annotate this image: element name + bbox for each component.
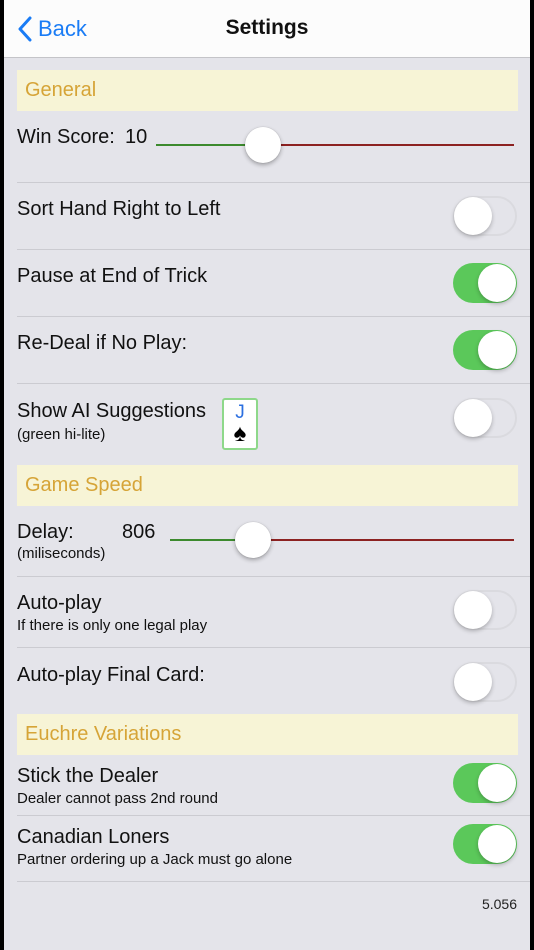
switch-knob bbox=[454, 197, 492, 235]
auto-play-switch[interactable] bbox=[453, 590, 517, 630]
redeal-label: Re-Deal if No Play: bbox=[17, 332, 188, 354]
section-header-euchre-variations: Euchre Variations bbox=[17, 714, 518, 755]
redeal-switch[interactable] bbox=[453, 330, 517, 370]
win-score-value: 10 bbox=[125, 126, 148, 148]
auto-play-sublabel: If there is only one legal play bbox=[17, 617, 208, 634]
slider-thumb[interactable] bbox=[245, 127, 281, 163]
stick-dealer-label: Stick the Dealer bbox=[17, 765, 159, 787]
divider bbox=[17, 576, 530, 577]
slider-max-track bbox=[253, 539, 514, 541]
navigation-bar: Back Settings bbox=[4, 0, 530, 58]
divider bbox=[17, 383, 530, 384]
settings-screen: Back Settings General Win Score: 10 Sort… bbox=[4, 0, 530, 950]
divider bbox=[17, 249, 530, 250]
ai-suggestions-sublabel: (green hi-lite) bbox=[17, 426, 106, 443]
switch-knob bbox=[454, 591, 492, 629]
switch-knob bbox=[478, 264, 516, 302]
ai-suggestions-label: Show AI Suggestions bbox=[17, 400, 207, 422]
canadian-loners-label: Canadian Loners bbox=[17, 826, 170, 848]
ai-suggestions-switch[interactable] bbox=[453, 398, 517, 438]
playing-card-preview: J ♠ bbox=[222, 398, 258, 450]
pause-trick-switch[interactable] bbox=[453, 263, 517, 303]
auto-play-label: Auto-play bbox=[17, 592, 102, 614]
canadian-loners-sublabel: Partner ordering up a Jack must go alone bbox=[17, 851, 293, 868]
divider bbox=[17, 182, 530, 183]
slider-thumb[interactable] bbox=[235, 522, 271, 558]
sort-hand-switch[interactable] bbox=[453, 196, 517, 236]
auto-play-final-label: Auto-play Final Card: bbox=[17, 664, 205, 686]
divider bbox=[17, 647, 530, 648]
switch-knob bbox=[454, 399, 492, 437]
delay-label: Delay: bbox=[17, 521, 74, 543]
switch-knob bbox=[478, 331, 516, 369]
section-header-general: General bbox=[17, 70, 518, 111]
stick-dealer-sublabel: Dealer cannot pass 2nd round bbox=[17, 790, 218, 807]
divider bbox=[17, 881, 530, 882]
delay-slider[interactable] bbox=[170, 520, 514, 560]
divider bbox=[17, 815, 530, 816]
section-header-game-speed: Game Speed bbox=[17, 465, 518, 506]
canadian-loners-switch[interactable] bbox=[453, 824, 517, 864]
switch-knob bbox=[454, 663, 492, 701]
page-title: Settings bbox=[225, 16, 309, 39]
switch-knob bbox=[478, 764, 516, 802]
spade-icon: ♠ bbox=[233, 420, 247, 447]
delay-value: 806 bbox=[122, 521, 156, 543]
sort-hand-label: Sort Hand Right to Left bbox=[17, 198, 221, 220]
slider-max-track bbox=[263, 144, 514, 146]
divider bbox=[17, 316, 530, 317]
win-score-label: Win Score: bbox=[17, 126, 115, 148]
pause-trick-label: Pause at End of Trick bbox=[17, 265, 208, 287]
switch-knob bbox=[478, 825, 516, 863]
stick-dealer-switch[interactable] bbox=[453, 763, 517, 803]
delay-unit-label: (miliseconds) bbox=[17, 545, 106, 562]
version-label: 5.056 bbox=[481, 896, 517, 912]
win-score-slider[interactable] bbox=[156, 125, 514, 165]
auto-play-final-switch[interactable] bbox=[453, 662, 517, 702]
